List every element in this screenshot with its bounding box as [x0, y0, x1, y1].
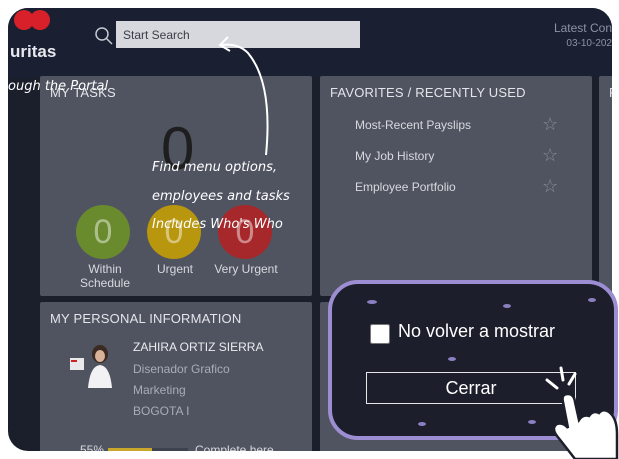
logo-mark: [14, 10, 54, 32]
very-urgent-label: Very Urgent: [214, 262, 278, 276]
favorite-item[interactable]: Employee Portfolio: [355, 180, 456, 194]
within-schedule-label: Within Schedule: [79, 262, 131, 290]
favorite-item[interactable]: Most-Recent Payslips: [355, 118, 471, 132]
avatar: [68, 340, 118, 390]
panel-title: MY PERSONAL INFORMATION: [50, 311, 242, 326]
panel-title: FAVORITES / RECENTLY USED: [330, 85, 526, 100]
employee-location: BOGOTA I: [133, 404, 190, 418]
favorite-item[interactable]: My Job History: [355, 149, 434, 163]
very-urgent-counter[interactable]: 0: [218, 205, 272, 259]
complete-profile-link[interactable]: Complete here: [195, 443, 274, 451]
urgent-counter[interactable]: 0: [147, 205, 201, 259]
personal-info-panel: MY PERSONAL INFORMATION ZAHIRA ORTIZ SIE…: [40, 302, 312, 451]
star-icon[interactable]: ☆: [542, 145, 558, 166]
profile-progress-percent: 55%: [80, 443, 105, 451]
search-icon[interactable]: [94, 26, 114, 46]
favorites-panel: FAVORITES / RECENTLY USED Most-Recent Pa…: [320, 76, 592, 296]
within-schedule-counter[interactable]: 0: [76, 205, 130, 259]
star-icon[interactable]: ☆: [542, 176, 558, 197]
employee-role: Disenador Grafico: [133, 362, 230, 376]
tutorial-caption: ough the Portal: [8, 79, 109, 94]
latest-connection-date: 03-10-202: [566, 38, 612, 49]
tutorial-callout-line: Includes Who's Who: [152, 217, 283, 232]
pointing-hand-icon: [545, 366, 619, 459]
employee-department: Marketing: [133, 383, 186, 397]
tutorial-callout-line: employees and tasks: [152, 189, 290, 204]
panel-title: F: [609, 85, 612, 100]
employee-name: ZAHIRA ORTIZ SIERRA: [133, 340, 264, 354]
urgent-label: Urgent: [156, 262, 194, 276]
star-icon[interactable]: ☆: [542, 114, 558, 135]
right-panel: F: [599, 76, 612, 296]
profile-progress-fill: [108, 448, 152, 451]
header-bar: uritas Latest Con 03-10-202: [8, 8, 612, 78]
tutorial-callout-line: Find menu options,: [152, 160, 277, 175]
latest-connection-label: Latest Con: [553, 21, 612, 35]
profile-progress-bar: [108, 448, 188, 451]
logo-text: uritas: [10, 42, 57, 61]
tutorial-arrow-icon: [218, 36, 269, 156]
